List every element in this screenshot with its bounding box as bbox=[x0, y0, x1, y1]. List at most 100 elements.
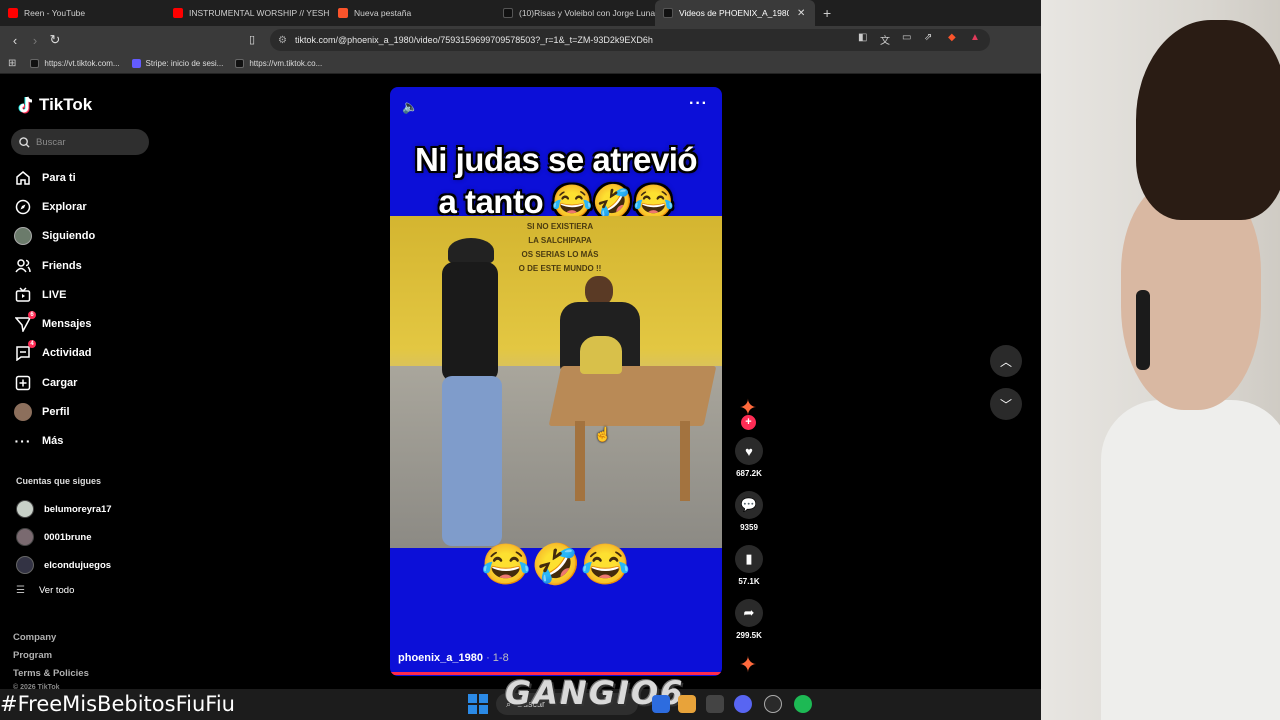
list-icon: ☰ bbox=[16, 585, 25, 596]
tiktok-page: TikTok Para ti Explorar Siguiendo bbox=[0, 75, 1041, 691]
following-list: belumoreyra17 0001brune elcondujuegos bbox=[16, 495, 156, 579]
more-icon: ··· bbox=[14, 433, 32, 450]
sidebar-footer: Company Program Terms & Policies © 2026 … bbox=[13, 629, 89, 693]
share-icon[interactable]: ⇗ bbox=[924, 32, 932, 43]
youtube-icon bbox=[173, 8, 183, 18]
bookmark-item[interactable]: Stripe: inicio de sesi... bbox=[131, 59, 223, 68]
previous-video-button[interactable]: ︿ bbox=[990, 345, 1022, 377]
avatar bbox=[16, 500, 34, 518]
sidebar-nav: Para ti Explorar Siguiendo Friends LIVE bbox=[14, 163, 154, 456]
avatar-icon bbox=[14, 227, 32, 246]
browser-tab[interactable]: INSTRUMENTAL WORSHIP // YESHU bbox=[165, 0, 330, 26]
sidebar-item-para-ti[interactable]: Para ti bbox=[14, 163, 154, 192]
browser-tab[interactable]: Nueva pestaña bbox=[330, 0, 495, 26]
comment-icon: 💬 bbox=[735, 491, 763, 519]
apps-grid-icon[interactable]: ⊞ bbox=[8, 58, 16, 69]
friends-icon bbox=[14, 257, 32, 275]
browser-tab[interactable]: Reen - YouTube bbox=[0, 0, 165, 26]
bag bbox=[580, 336, 622, 374]
emoji-row: 😂🤣😂 bbox=[481, 543, 631, 587]
address-bar-row: ‹ › ↻ ▯ ⚙ tiktok.com/@phoenix_a_1980/vid… bbox=[0, 26, 1041, 54]
share-arrow-icon: ➦ bbox=[735, 599, 763, 627]
taskbar-app-icon[interactable] bbox=[764, 695, 782, 713]
brave-shield-icon[interactable]: ◆ bbox=[948, 32, 956, 43]
cast-icon[interactable]: ▭ bbox=[902, 32, 911, 43]
sidebar-item-actividad[interactable]: 4 Actividad bbox=[14, 339, 154, 368]
next-video-button[interactable]: ﹀ bbox=[990, 388, 1022, 420]
footer-link-terms[interactable]: Terms & Policies bbox=[13, 665, 89, 683]
sidebar-item-explorar[interactable]: Explorar bbox=[14, 192, 154, 221]
taskbar-app-icon[interactable] bbox=[706, 695, 724, 713]
windows-start-icon[interactable] bbox=[468, 694, 488, 714]
taskbar-discord-icon[interactable] bbox=[734, 695, 752, 713]
following-account[interactable]: belumoreyra17 bbox=[16, 495, 156, 523]
mouse-cursor-icon: ☝ bbox=[594, 426, 612, 442]
music-disc-icon[interactable]: ✦ bbox=[733, 652, 763, 678]
taskbar-app-icon[interactable] bbox=[652, 695, 670, 713]
message-icon: 6 bbox=[14, 311, 36, 333]
share-button[interactable]: ➦ 299.5K bbox=[733, 599, 765, 643]
home-icon bbox=[14, 169, 32, 187]
bookmark-item[interactable]: https://vm.tiktok.co... bbox=[235, 59, 322, 68]
footer-link-program[interactable]: Program bbox=[13, 647, 89, 665]
activity-icon: 4 bbox=[14, 340, 36, 362]
compass-icon bbox=[14, 198, 32, 216]
sidebar-item-perfil[interactable]: Perfil bbox=[14, 397, 154, 426]
tiktok-icon bbox=[235, 59, 245, 68]
back-icon[interactable]: ‹ bbox=[5, 33, 25, 48]
following-account[interactable]: elcondujuegos bbox=[16, 551, 156, 579]
translate-icon[interactable]: 文 bbox=[880, 32, 890, 47]
close-tab-icon[interactable]: ✕ bbox=[797, 8, 805, 19]
taskbar-spotify-icon[interactable] bbox=[794, 695, 812, 713]
following-account[interactable]: 0001brune bbox=[16, 523, 156, 551]
browser-tab[interactable]: (10)Risas y Voleibol con Jorge Luna y bbox=[495, 0, 655, 26]
sidebar-item-mas[interactable]: ··· Más bbox=[14, 427, 154, 456]
sidebar-item-siguiendo[interactable]: Siguiendo bbox=[14, 222, 154, 251]
like-button[interactable]: ♥ 687.2K bbox=[733, 437, 765, 481]
tiktok-icon bbox=[30, 59, 40, 68]
stream-hashtag: #FreeMisBebitosFiuFiu bbox=[0, 692, 235, 716]
webcam-headphone bbox=[1136, 290, 1150, 370]
avatar bbox=[16, 528, 34, 546]
footer-link-company[interactable]: Company bbox=[13, 629, 89, 647]
upload-icon bbox=[14, 374, 32, 392]
activity-badge: 4 bbox=[28, 340, 36, 349]
creator-avatar[interactable]: ✦ + bbox=[733, 393, 763, 430]
search-input[interactable] bbox=[36, 136, 136, 148]
live-icon bbox=[14, 286, 32, 304]
reload-icon[interactable]: ↻ bbox=[45, 32, 65, 48]
more-options-icon[interactable]: ··· bbox=[689, 95, 708, 113]
volume-icon[interactable]: 🔈 bbox=[402, 99, 418, 115]
save-button[interactable]: ▮ 57.1K bbox=[733, 545, 765, 589]
tiktok-logo-icon bbox=[18, 96, 33, 114]
taskbar-folder-icon[interactable] bbox=[678, 695, 696, 713]
tiktok-icon bbox=[503, 8, 513, 18]
chevron-down-icon: ﹀ bbox=[999, 397, 1012, 412]
bookmark-item[interactable]: https://vt.tiktok.com... bbox=[30, 59, 120, 68]
extension-icon[interactable]: ◧ bbox=[858, 32, 867, 43]
avatar bbox=[16, 556, 34, 574]
chevron-up-icon: ︿ bbox=[999, 354, 1012, 369]
tiktok-logo[interactable]: TikTok bbox=[16, 95, 92, 115]
webcam-hair bbox=[1136, 20, 1280, 220]
follow-plus-button[interactable]: + bbox=[741, 415, 756, 430]
unread-badge: 6 bbox=[28, 311, 36, 320]
browser-tab-active[interactable]: Videos de PHOENIX_A_1980 ✕ bbox=[655, 0, 815, 26]
wooden-table bbox=[548, 366, 717, 426]
sidebar-item-mensajes[interactable]: 6 Mensajes bbox=[14, 309, 154, 338]
search-box[interactable] bbox=[11, 129, 149, 155]
sidebar-item-live[interactable]: LIVE bbox=[14, 280, 154, 309]
sidebar-item-cargar[interactable]: Cargar bbox=[14, 368, 154, 397]
video-player[interactable]: 🔈 ··· Ni judas se atrevió a tanto 😂🤣😂 SI… bbox=[390, 87, 722, 676]
bookmarks-bar: ⊞ https://vt.tiktok.com... Stripe: inici… bbox=[0, 54, 1041, 74]
bookmark-icon[interactable]: ▯ bbox=[249, 33, 255, 46]
site-settings-icon[interactable]: ⚙ bbox=[278, 35, 287, 46]
sidebar-item-friends[interactable]: Friends bbox=[14, 251, 154, 280]
video-author[interactable]: phoenix_a_1980 · 1-8 bbox=[398, 652, 509, 664]
see-all-link[interactable]: ☰ Ver todo bbox=[16, 585, 74, 596]
bookmark-icon: ▮ bbox=[735, 545, 763, 573]
comment-button[interactable]: 💬 9359 bbox=[733, 491, 765, 535]
forward-icon[interactable]: › bbox=[25, 33, 45, 48]
rewards-icon[interactable]: ▲ bbox=[970, 32, 980, 43]
new-tab-button[interactable]: + bbox=[823, 5, 831, 21]
